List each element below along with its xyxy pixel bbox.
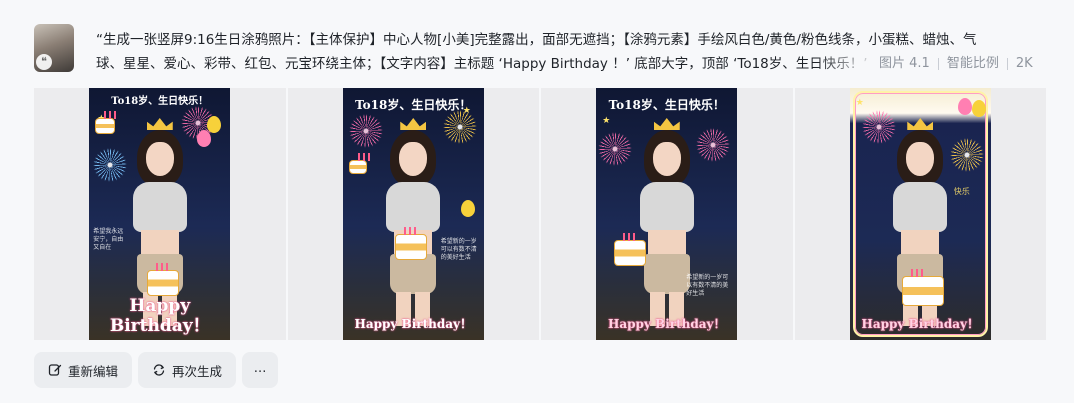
ratio-label: 智能比例 [946, 56, 999, 71]
balloon-icon [207, 116, 222, 133]
model-label: 图片 4.1 [879, 56, 930, 71]
happy-birthday-text: Happy Birthday！ [608, 317, 726, 331]
person-figure [374, 118, 452, 326]
image-cell-4[interactable]: ★ 快乐 Happy Birthday！ [794, 88, 1046, 340]
happy-birthday-text: Happy Birthday！ [89, 296, 230, 336]
edit-icon [48, 363, 62, 377]
regenerate-label: 再次生成 [172, 363, 223, 379]
happy-birthday-text: Happy Birthday！ [861, 317, 979, 331]
regenerate-button[interactable]: 再次生成 [138, 352, 237, 388]
divider [937, 58, 939, 70]
image-gallery: To18岁、生日快乐！ ★ 希望我永远安宁，自由又自在 Happy Birthd… [34, 88, 1046, 340]
image-cell-1[interactable]: To18岁、生日快乐！ ★ 希望我永远安宁，自由又自在 Happy Birthd… [34, 88, 286, 340]
cake-icon [901, 269, 944, 306]
star-icon: ★ [462, 106, 471, 116]
handwritten-note: 希望新的一岁可以有数不清的美好生活 [686, 274, 729, 297]
reedit-button[interactable]: 重新编辑 [34, 352, 133, 388]
balloon-icon [460, 200, 475, 217]
prompt-line-2: 球、星星、爱心、彩带、红包、元宝环绕主体；【文字内容】主标题 ‘Happy Bi… [96, 56, 868, 72]
more-options-button[interactable]: ⋯ [242, 352, 279, 388]
handwritten-note: 快乐 [953, 187, 970, 196]
balloon-icon [197, 130, 212, 147]
happy-birthday-line1: Happy [129, 296, 191, 316]
image-cell-3[interactable]: To18岁、生日快乐！ ★ 希望新的一岁可以有数不清的美好生活 Happy Bi… [541, 88, 793, 340]
more-icon: ⋯ [253, 362, 267, 378]
handwritten-note: 希望我永远安宁，自由又自在 [93, 228, 124, 251]
cake-icon [147, 263, 180, 296]
generated-image-4[interactable]: ★ 快乐 Happy Birthday！ [849, 88, 991, 340]
quote-icon: ❝ [36, 54, 52, 70]
star-icon: ★ [602, 116, 611, 126]
resolution-label: 2K [1015, 56, 1033, 71]
happy-birthday-text: Happy Birthday！ [354, 317, 472, 331]
refresh-icon [152, 363, 166, 377]
action-bar: 重新编辑 再次生成 ⋯ [34, 352, 279, 388]
happy-birthday-line2: Birthday！ [109, 316, 210, 336]
generated-image-3[interactable]: To18岁、生日快乐！ ★ 希望新的一岁可以有数不清的美好生活 Happy Bi… [596, 88, 738, 340]
cake-icon [614, 233, 647, 266]
divider [1006, 58, 1008, 70]
image-top-text: To18岁、生日快乐！ [608, 98, 725, 112]
handwritten-note: 希望新的一岁可以有数不清的美好生活 [440, 238, 477, 261]
reedit-label: 重新编辑 [68, 363, 119, 379]
balloon-icon [971, 100, 986, 117]
star-icon: ★ [855, 98, 864, 108]
cake-icon [348, 153, 372, 174]
balloon-icon [957, 98, 972, 115]
image-top-text: To18岁、生日快乐！ [111, 96, 209, 107]
cake-icon [95, 111, 119, 134]
generated-image-1[interactable]: To18岁、生日快乐！ ★ 希望我永远安宁，自由又自在 Happy Birthd… [89, 88, 231, 340]
prompt-line-1: “生成一张竖屏9:16生日涂鸦照片：【主体保护】中心人物[小美]完整露出，面部无… [96, 32, 977, 48]
image-cell-2[interactable]: To18岁、生日快乐！ ★ 希望新的一岁可以有数不清的美好生活 Happy Bi… [287, 88, 539, 340]
generated-image-2[interactable]: To18岁、生日快乐！ ★ 希望新的一岁可以有数不清的美好生活 Happy Bi… [342, 88, 484, 340]
prompt-text: “生成一张竖屏9:16生日涂鸦照片：【主体保护】中心人物[小美]完整露出，面部无… [96, 28, 1051, 76]
reference-thumbnail[interactable]: ❝ [34, 24, 74, 72]
cake-icon [394, 227, 427, 260]
generation-meta: 图片 4.1 智能比例 2K [879, 52, 1033, 76]
